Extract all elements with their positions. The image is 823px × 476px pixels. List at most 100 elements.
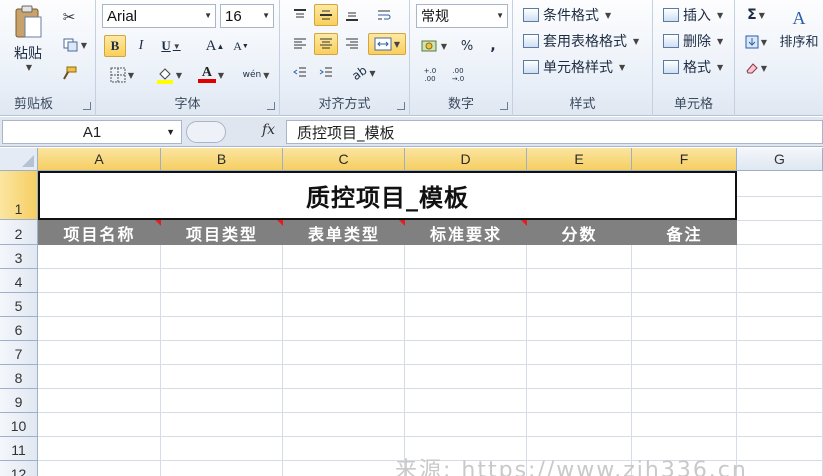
italic-icon: I <box>138 38 144 53</box>
clear-button[interactable]: ▼ <box>741 57 771 79</box>
column-label: D <box>460 151 471 167</box>
number-launcher-icon[interactable] <box>500 102 508 110</box>
align-center-button[interactable] <box>314 33 338 55</box>
insert-function-icon[interactable]: fx <box>262 122 275 138</box>
orientation-button[interactable]: ab ▼ <box>346 62 382 84</box>
grow-font-button[interactable]: A ▲ <box>204 35 226 57</box>
underline-dropdown-icon: ▼ <box>172 41 181 51</box>
row-header-3[interactable]: 3 <box>0 245 38 269</box>
align-right-button[interactable] <box>340 33 364 55</box>
row-header-6[interactable]: 6 <box>0 317 38 341</box>
align-left-button[interactable] <box>288 33 312 55</box>
number-group-label: 数字 <box>447 97 474 112</box>
column-header-f[interactable]: F <box>632 148 737 171</box>
accounting-dropdown-icon: ▼ <box>440 41 448 51</box>
format-as-table-button[interactable]: 套用表格格式 ▼ <box>523 31 639 51</box>
font-launcher-icon[interactable] <box>267 102 275 110</box>
row-header-8[interactable]: 8 <box>0 365 38 389</box>
formula-splitter[interactable] <box>186 121 226 143</box>
column-header-b[interactable]: B <box>161 148 283 171</box>
row-header-11[interactable]: 11 <box>0 437 38 461</box>
font-size-select[interactable]: 16 ▼ <box>220 4 274 28</box>
format-button[interactable]: 格式 ▼ <box>663 57 723 77</box>
row-header-2[interactable]: 2 <box>0 220 38 245</box>
header-cell-a2[interactable]: 项目名称 <box>38 220 161 245</box>
column-header-e[interactable]: E <box>527 148 632 171</box>
row-header-4[interactable]: 4 <box>0 269 38 293</box>
increase-indent-button[interactable] <box>314 62 338 84</box>
increase-decimal-button[interactable]: +.0 .00 <box>418 64 442 86</box>
align-bottom-button[interactable] <box>340 4 364 26</box>
borders-button[interactable]: ▼ <box>104 64 140 86</box>
align-top-button[interactable] <box>288 4 312 26</box>
gridline <box>38 364 823 365</box>
clipboard-launcher-icon[interactable] <box>83 102 91 110</box>
insert-button[interactable]: 插入 ▼ <box>663 5 723 25</box>
autosum-button[interactable]: Σ ▼ <box>741 4 771 26</box>
row-header-10[interactable]: 10 <box>0 413 38 437</box>
column-header-d[interactable]: D <box>405 148 527 171</box>
row-header-1[interactable]: 1 <box>0 171 38 220</box>
row-label: 1 <box>14 201 23 217</box>
number-format-select[interactable]: 常规 ▼ <box>416 4 508 28</box>
select-all-button[interactable] <box>0 148 38 171</box>
align-middle-button[interactable] <box>314 4 338 26</box>
delete-button[interactable]: 删除 ▼ <box>663 31 723 51</box>
copy-button[interactable]: ▼ <box>58 34 92 56</box>
shrink-font-button[interactable]: A ▼ <box>230 35 252 57</box>
gridline <box>737 220 823 221</box>
header-cell-c2[interactable]: 表单类型 <box>283 220 405 245</box>
font-color-dropdown-icon: ▼ <box>217 70 225 80</box>
phonetic-button[interactable]: wén ▼ <box>238 64 274 86</box>
italic-button[interactable]: I <box>130 35 152 57</box>
worksheet-grid[interactable]: A B C D E F G 1 2 3 4 5 6 7 8 9 10 11 12… <box>0 148 823 476</box>
decrease-decimal-icon: .00 →.0 <box>451 67 465 83</box>
chevron-down-icon: ▼ <box>204 11 212 20</box>
sort-filter-button[interactable]: A 排序和 <box>775 4 823 68</box>
gridline <box>38 340 823 341</box>
conditional-format-button[interactable]: 条件格式 ▼ <box>523 5 611 25</box>
alignment-launcher-icon[interactable] <box>397 102 405 110</box>
decrease-indent-icon <box>293 67 306 77</box>
row-label: 5 <box>14 298 23 314</box>
paste-button[interactable]: 粘贴 ▼ <box>6 4 50 82</box>
row-header-5[interactable]: 5 <box>0 293 38 317</box>
conditional-format-icon <box>523 8 539 22</box>
title-cell-a1[interactable]: 质控项目_模板 <box>38 171 737 220</box>
header-cell-e2[interactable]: 分数 <box>527 220 632 245</box>
font-name-select[interactable]: Arial ▼ <box>102 4 216 28</box>
row-header-12[interactable]: 12 <box>0 461 38 476</box>
cell-styles-button[interactable]: 单元格样式 ▼ <box>523 57 625 77</box>
name-box[interactable]: A1 ▼ <box>2 120 182 144</box>
chevron-down-icon: ▼ <box>633 36 640 46</box>
column-header-a[interactable]: A <box>38 148 161 171</box>
wrap-text-button[interactable] <box>372 4 396 26</box>
row-header-9[interactable]: 9 <box>0 389 38 413</box>
currency-icon <box>421 40 437 52</box>
header-label: 备注 <box>666 224 703 244</box>
underline-button[interactable]: U ▼ <box>154 35 188 57</box>
header-cell-f2[interactable]: 备注 <box>632 220 737 245</box>
bold-button[interactable]: B <box>104 35 126 57</box>
decrease-decimal-button[interactable]: .00 →.0 <box>446 64 470 86</box>
formula-input[interactable]: 质控项目_模板 <box>286 120 823 144</box>
comma-button[interactable]: , <box>482 35 504 57</box>
row-label: 2 <box>14 226 23 242</box>
fill-button[interactable]: ▼ <box>741 31 771 53</box>
fill-color-button[interactable]: ▼ <box>150 64 188 86</box>
format-painter-button[interactable] <box>58 62 80 84</box>
header-cell-d2[interactable]: 标准要求 <box>405 220 527 245</box>
styles-group: 条件格式 ▼ 套用表格格式 ▼ 单元格样式 ▼ 样式 <box>513 0 653 116</box>
decrease-indent-button[interactable] <box>288 62 312 84</box>
align-left-icon <box>294 38 306 49</box>
accounting-format-button[interactable]: ▼ <box>416 35 452 57</box>
merge-center-button[interactable]: ▼ <box>368 33 406 55</box>
header-cell-b2[interactable]: 项目类型 <box>161 220 283 245</box>
header-row: 项目名称 项目类型 表单类型 标准要求 分数 备注 <box>38 220 737 245</box>
font-color-button[interactable]: A ▼ <box>192 64 230 86</box>
percent-button[interactable]: % <box>456 35 478 57</box>
row-header-7[interactable]: 7 <box>0 341 38 365</box>
column-header-c[interactable]: C <box>283 148 405 171</box>
cut-button[interactable]: ✂ <box>58 6 80 28</box>
column-header-g[interactable]: G <box>737 148 823 171</box>
